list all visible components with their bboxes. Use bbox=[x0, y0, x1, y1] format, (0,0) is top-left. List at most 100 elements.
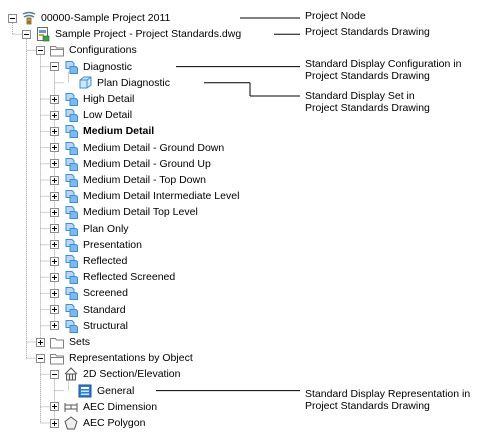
expand-plus-icon[interactable] bbox=[50, 288, 59, 298]
tree-node-high-detail[interactable]: High Detail bbox=[50, 91, 134, 107]
tree-node-medium-detail-ground-up[interactable]: Medium Detail - Ground Up bbox=[50, 156, 211, 172]
folder-open-icon bbox=[49, 42, 65, 58]
expand-plus-icon[interactable] bbox=[50, 240, 59, 250]
expand-plus-icon[interactable] bbox=[50, 110, 59, 120]
collapse-minus-icon[interactable] bbox=[22, 29, 31, 39]
collapse-minus-icon[interactable] bbox=[36, 353, 45, 363]
tree-node-general[interactable]: General bbox=[64, 383, 134, 399]
tree-node-medium-detail-top-down[interactable]: Medium Detail - Top Down bbox=[50, 172, 206, 188]
expand-plus-icon[interactable] bbox=[36, 337, 45, 347]
tree-node-label: Low Detail bbox=[83, 109, 133, 122]
display-configuration-icon bbox=[63, 237, 79, 253]
tree-node-label: 00000-Sample Project 2011 bbox=[41, 12, 171, 24]
folder-open-icon bbox=[49, 350, 65, 366]
tree-node-structural[interactable]: Structural bbox=[50, 318, 128, 334]
tree-node-sets[interactable]: Sets bbox=[36, 334, 90, 350]
tree-node-diagnostic[interactable]: Diagnostic bbox=[50, 59, 132, 75]
tree-node-medium-detail-ground-down[interactable]: Medium Detail - Ground Down bbox=[50, 140, 224, 156]
tree-node-label: Sample Project - Project Standards.dwg bbox=[55, 28, 242, 41]
display-configuration-icon bbox=[63, 269, 79, 285]
expand-plus-icon[interactable] bbox=[50, 191, 59, 201]
callout-project-standards-drawing: Project Standards Drawing bbox=[305, 26, 430, 38]
expand-plus-icon[interactable] bbox=[50, 143, 59, 153]
annotated-tree-figure: 00000-Sample Project 2011 Sample Project … bbox=[0, 0, 479, 434]
expand-plus-icon[interactable] bbox=[50, 305, 59, 315]
tree-node-label: Plan Only bbox=[83, 222, 129, 235]
callout-project-standards-drawing-text: Project Standards Drawing bbox=[305, 26, 430, 38]
display-representation-icon bbox=[77, 383, 93, 399]
tree-node-label: High Detail bbox=[83, 93, 135, 105]
project-node-icon bbox=[21, 10, 37, 26]
display-configuration-icon bbox=[63, 188, 79, 204]
callout-display-set-line1: Standard Display Set in bbox=[305, 90, 415, 102]
tree-node-aec-polygon[interactable]: AEC Polygon bbox=[50, 415, 145, 431]
collapse-minus-icon[interactable] bbox=[50, 369, 59, 379]
tree-node-2d-section-elevation[interactable]: 2D Section/Elevation bbox=[50, 366, 180, 382]
expand-plus-icon[interactable] bbox=[50, 207, 59, 217]
expand-plus-icon[interactable] bbox=[50, 402, 59, 412]
tree-node-label: Reflected Screened bbox=[83, 271, 176, 284]
tree-node-representations-by-object[interactable]: Representations by Object bbox=[36, 350, 193, 366]
tree-node-label: Reflected bbox=[83, 255, 128, 267]
aec-polygon-icon bbox=[63, 415, 79, 431]
tree-node-medium-detail-top-level[interactable]: Medium Detail Top Level bbox=[50, 204, 198, 220]
tree-node-screened[interactable]: Screened bbox=[50, 285, 128, 301]
expand-plus-icon[interactable] bbox=[50, 224, 59, 234]
tree-node-label: Medium Detail - Ground Down bbox=[83, 141, 225, 154]
callout-display-representation: Standard Display Representation in Proje… bbox=[305, 388, 470, 412]
tree-node-reflected-screened[interactable]: Reflected Screened bbox=[50, 269, 175, 285]
expand-plus-icon[interactable] bbox=[50, 418, 59, 428]
tree-node-label: Medium Detail Top Level bbox=[83, 206, 198, 219]
callout-display-set-line2: Project Standards Drawing bbox=[305, 102, 430, 114]
tree-node-configurations[interactable]: Configurations bbox=[36, 42, 137, 58]
collapse-minus-icon[interactable] bbox=[36, 45, 45, 55]
tree-node-medium-detail-intermediate-level[interactable]: Medium Detail Intermediate Level bbox=[50, 188, 239, 204]
tree-node-label: Medium Detail - Top Down bbox=[83, 174, 206, 186]
tree-node-medium-detail[interactable]: Medium Detail bbox=[50, 123, 154, 139]
tree-node-sample-project-project-standards-dwg[interactable]: Sample Project - Project Standards.dwg bbox=[22, 26, 241, 42]
tree-node-plan-only[interactable]: Plan Only bbox=[50, 221, 129, 237]
expand-plus-icon[interactable] bbox=[50, 256, 59, 266]
aec-dimension-icon bbox=[63, 399, 79, 415]
expand-plus-icon[interactable] bbox=[50, 272, 59, 282]
section-elevation-icon bbox=[63, 366, 79, 382]
display-configuration-icon bbox=[63, 172, 79, 188]
collapse-minus-icon[interactable] bbox=[50, 62, 59, 72]
callout-display-configuration-line1: Standard Display Configuration in bbox=[305, 58, 462, 70]
collapse-minus-icon[interactable] bbox=[8, 13, 17, 23]
tree-node-label: Configurations bbox=[69, 44, 137, 57]
tree-node-label: Standard bbox=[83, 303, 126, 316]
tree-node-label: Plan Diagnostic bbox=[97, 76, 170, 89]
callout-display-representation-line1: Standard Display Representation in bbox=[305, 388, 471, 400]
expand-plus-icon[interactable] bbox=[50, 175, 59, 185]
callout-display-configuration: Standard Display Configuration in Projec… bbox=[305, 58, 461, 82]
tree-node-label: Sets bbox=[69, 336, 91, 348]
tree-node-presentation[interactable]: Presentation bbox=[50, 237, 142, 253]
display-configuration-icon bbox=[63, 221, 79, 237]
tree-node-plan-diagnostic[interactable]: Plan Diagnostic bbox=[64, 75, 170, 91]
display-configuration-icon bbox=[63, 59, 79, 75]
tree-node-label: Diagnostic bbox=[83, 60, 133, 73]
callout-project-node-text: Project Node bbox=[305, 10, 366, 22]
expand-plus-icon[interactable] bbox=[50, 126, 59, 136]
tree-node-aec-dimension[interactable]: AEC Dimension bbox=[50, 399, 157, 415]
tree-node-reflected[interactable]: Reflected bbox=[50, 253, 127, 269]
tree-node-00000-sample-project-2011[interactable]: 00000-Sample Project 2011 bbox=[8, 10, 170, 26]
display-configuration-icon bbox=[63, 204, 79, 220]
display-configuration-icon bbox=[63, 302, 79, 318]
display-configuration-icon bbox=[63, 285, 79, 301]
display-configuration-icon bbox=[63, 318, 79, 334]
callout-project-node: Project Node bbox=[305, 10, 366, 22]
expand-plus-icon[interactable] bbox=[50, 159, 59, 169]
tree-node-standard[interactable]: Standard bbox=[50, 302, 126, 318]
display-configuration-icon bbox=[63, 123, 79, 139]
tree-node-label: Presentation bbox=[83, 238, 142, 251]
display-configuration-icon bbox=[63, 253, 79, 269]
expand-plus-icon[interactable] bbox=[50, 321, 59, 331]
tree-node-low-detail[interactable]: Low Detail bbox=[50, 107, 132, 123]
tree-node-label: Medium Detail bbox=[83, 125, 155, 138]
expand-plus-icon[interactable] bbox=[50, 94, 59, 104]
display-set-icon bbox=[77, 75, 93, 91]
tree-node-label: 2D Section/Elevation bbox=[83, 368, 181, 381]
display-configuration-icon bbox=[63, 107, 79, 123]
